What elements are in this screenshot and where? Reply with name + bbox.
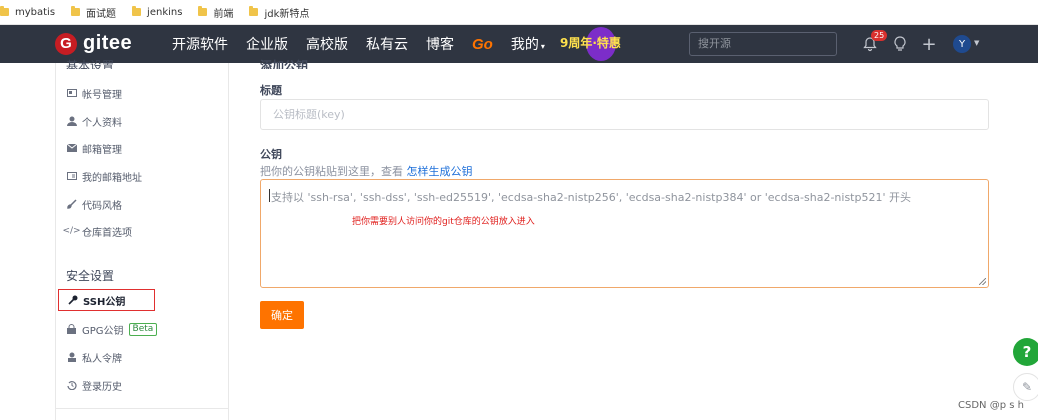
address-card-icon bbox=[66, 171, 77, 181]
sidebar-item-login-history[interactable]: 登录历史 bbox=[66, 378, 122, 393]
basic-settings-heading: 基本设置 bbox=[66, 59, 115, 69]
nav-open-source[interactable]: 开源软件 bbox=[172, 34, 228, 54]
folder-icon bbox=[198, 6, 208, 16]
sidebar-item-gpg-keys[interactable]: GPG公钥 Beta bbox=[66, 322, 158, 337]
user-icon bbox=[66, 116, 77, 126]
brush-icon bbox=[66, 199, 77, 209]
nav-university[interactable]: 高校版 bbox=[306, 34, 348, 54]
bookmark-interview[interactable]: 面试题 bbox=[71, 5, 116, 20]
settings-sidebar: 基本设置 帐号管理 个人资料 邮箱管理 我的邮箱地址 代码风格 </> 仓库首选… bbox=[55, 59, 229, 420]
sidebar-item-tokens[interactable]: 私人令牌 bbox=[66, 350, 122, 365]
notification-count-badge: 25 bbox=[871, 30, 888, 41]
title-label: 标题 bbox=[260, 84, 282, 97]
main-nav: 开源软件 企业版 高校版 私有云 博客 Go 我的 ▾ bbox=[172, 25, 563, 63]
nav-mine[interactable]: 我的 ▾ bbox=[511, 34, 545, 54]
sidebar-item-profile[interactable]: 个人资料 bbox=[66, 114, 122, 129]
nav-blog[interactable]: 博客 bbox=[426, 34, 454, 54]
resize-handle-icon[interactable] bbox=[979, 278, 986, 285]
sidebar-item-repo-prefs[interactable]: </> 仓库首选项 bbox=[62, 224, 132, 239]
bookmark-frontend[interactable]: 前端 bbox=[198, 5, 233, 20]
nav-enterprise[interactable]: 企业版 bbox=[246, 34, 288, 54]
help-button[interactable]: ? bbox=[1013, 338, 1038, 366]
nav-mine-label: 我的 bbox=[510, 37, 539, 53]
lightbulb-icon[interactable] bbox=[890, 34, 910, 54]
sidebar-divider bbox=[56, 408, 229, 409]
anniversary-promo-banner[interactable]: 9周年·特惠 bbox=[558, 25, 630, 63]
nav-go[interactable]: Go bbox=[472, 36, 493, 53]
sidebar-item-email[interactable]: 邮箱管理 bbox=[66, 141, 122, 156]
key-icon bbox=[67, 295, 78, 305]
chevron-down-icon: ▾ bbox=[540, 42, 545, 51]
sidebar-item-ssh-keys[interactable]: SSH公钥 bbox=[58, 289, 155, 311]
search-input[interactable]: 搜开源 bbox=[689, 32, 837, 56]
logo-text: gitee bbox=[83, 32, 133, 54]
red-annotation: 把你需要别人访问你的git仓库的公钥放入进入 bbox=[352, 217, 535, 227]
folder-icon bbox=[132, 6, 142, 16]
sidebar-item-email-address[interactable]: 我的邮箱地址 bbox=[66, 169, 142, 184]
folder-icon bbox=[0, 6, 9, 16]
how-to-generate-key-link[interactable]: 怎样生成公钥 bbox=[407, 165, 473, 178]
bookmark-jdk[interactable]: jdk新特点 bbox=[249, 5, 309, 20]
id-card-icon bbox=[66, 88, 77, 98]
key-label: 公钥 bbox=[260, 148, 282, 161]
security-settings-heading: 安全设置 bbox=[66, 269, 115, 283]
sidebar-item-account[interactable]: 帐号管理 bbox=[66, 86, 122, 101]
folder-icon bbox=[249, 6, 259, 16]
key-placeholder: 支持以 'ssh-rsa', 'ssh-dss', 'ssh-ed25519',… bbox=[269, 189, 911, 204]
bookmark-jenkins[interactable]: jenkins bbox=[132, 6, 182, 18]
history-icon bbox=[66, 380, 77, 390]
key-hint-text: 把你的公钥粘贴到这里，查看 bbox=[260, 165, 403, 178]
public-key-textarea[interactable]: 支持以 'ssh-rsa', 'ssh-dss', 'ssh-ed25519',… bbox=[260, 179, 989, 288]
gitee-logo[interactable]: G gitee bbox=[55, 32, 132, 55]
bookmarks-bar: mybatis 面试题 jenkins 前端 jdk新特点 bbox=[0, 0, 1038, 25]
envelope-icon bbox=[66, 143, 77, 153]
confirm-button[interactable]: 确定 bbox=[260, 301, 304, 329]
bookmark-mybatis[interactable]: mybatis bbox=[0, 6, 55, 18]
top-header: G gitee 开源软件 企业版 高校版 私有云 博客 Go 我的 ▾ 9周年·特… bbox=[0, 25, 1038, 63]
lock-icon bbox=[66, 324, 77, 334]
people-icon bbox=[66, 352, 77, 362]
beta-badge: Beta bbox=[128, 322, 158, 336]
promo-text: 9周年·特惠 bbox=[560, 36, 621, 50]
chevron-down-icon[interactable]: ▼ bbox=[974, 39, 979, 47]
feedback-edit-button[interactable]: ✎ bbox=[1013, 373, 1038, 401]
avatar[interactable]: Y bbox=[953, 35, 971, 53]
csdn-watermark: CSDN @p s h bbox=[958, 400, 1024, 411]
sidebar-item-code-style[interactable]: 代码风格 bbox=[66, 197, 122, 212]
folder-icon bbox=[71, 6, 81, 16]
plus-icon[interactable]: + bbox=[919, 34, 939, 55]
nav-private-cloud[interactable]: 私有云 bbox=[366, 34, 408, 54]
key-hint: 把你的公钥粘贴到这里，查看 怎样生成公钥 bbox=[260, 163, 473, 179]
code-icon: </> bbox=[62, 226, 81, 236]
gitee-logo-icon: G bbox=[55, 32, 77, 55]
page-title: 添加公钥 bbox=[260, 59, 309, 69]
key-title-input[interactable]: 公钥标题(key) bbox=[260, 99, 989, 130]
